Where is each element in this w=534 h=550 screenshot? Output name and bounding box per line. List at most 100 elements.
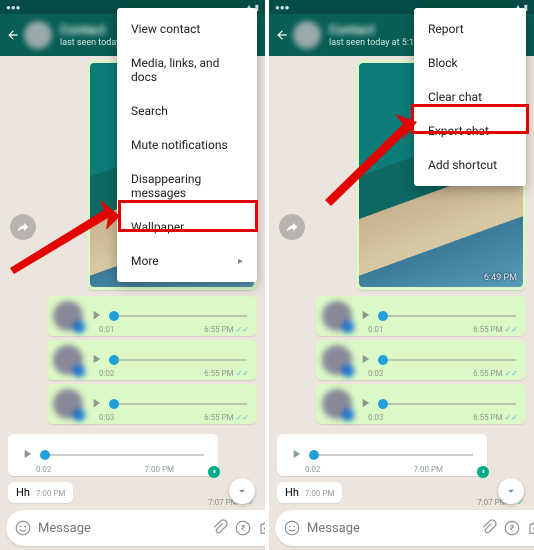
menu-disappearing-messages[interactable]: Disappearing messages [117,162,257,210]
menu-add-shortcut[interactable]: Add shortcut [414,148,526,182]
back-icon[interactable] [275,28,289,42]
avatar[interactable] [293,21,321,49]
voice-track[interactable] [109,359,247,361]
voice-duration: 0:03 [99,413,114,422]
voice-message-out[interactable]: 0:01 6:55 PM✓✓ [316,296,526,336]
message-input-box[interactable]: ₹ [6,510,265,546]
mic-badge-icon [208,466,220,478]
voice-message-out[interactable]: 0:036:55 PM✓✓ [47,384,257,424]
play-button[interactable] [358,307,372,326]
input-bar: ₹ [0,506,265,550]
play-button[interactable] [358,395,372,414]
message-text: Hh [285,486,299,499]
mic-badge-icon [73,409,85,421]
carrier-label: ●●● [6,3,21,12]
input-bar: ₹ [269,506,534,550]
voice-message-in[interactable]: 0:027:00 PM [277,434,487,476]
avatar[interactable] [24,21,52,49]
message-input[interactable] [307,521,473,536]
scroll-down-button[interactable] [498,478,524,504]
voice-timestamp: 6:55 PM [204,369,233,378]
voice-duration: 0:02 [368,369,383,378]
overflow-menu: View contact Media, links, and docs Sear… [117,8,257,282]
voice-duration: 0:02 [36,465,51,474]
voice-message-out[interactable]: 0:026:55 PM✓✓ [316,340,526,380]
forward-button[interactable] [10,214,36,240]
voice-track[interactable] [40,454,204,456]
text-message-in[interactable]: Hh 7:00 PM [8,482,73,503]
menu-media-links-docs[interactable]: Media, links, and docs [117,46,257,94]
voice-duration: 0:03 [368,413,383,422]
menu-more[interactable]: More▸ [117,244,257,278]
message-input[interactable] [38,521,204,536]
read-ticks-icon: ✓✓ [505,325,518,334]
voice-message-in[interactable]: 0:02 7:00 PM [8,434,218,476]
overflow-submenu: Report Block Clear chat Export chat Add … [414,8,526,186]
mic-badge-icon [342,365,354,377]
rupee-icon[interactable]: ₹ [234,519,252,537]
menu-block[interactable]: Block [414,46,526,80]
rupee-icon[interactable]: ₹ [503,519,521,537]
mic-badge-icon [73,365,85,377]
menu-view-contact[interactable]: View contact [117,12,257,46]
play-button[interactable] [89,351,103,370]
voice-message-out[interactable]: 0:03 6:55 PM✓✓ [316,384,526,424]
message-input-box[interactable]: ₹ [275,510,534,546]
menu-wallpaper[interactable]: Wallpaper [117,210,257,244]
voice-timestamp: 6:55 PM [473,325,502,334]
menu-clear-chat[interactable]: Clear chat [414,80,526,114]
text-message-in[interactable]: Hh 7:00 PM [277,482,342,503]
read-ticks-icon: ✓✓ [505,413,518,422]
voice-track[interactable] [378,315,516,317]
emoji-icon[interactable] [14,519,32,537]
back-icon[interactable] [6,28,20,42]
camera-icon[interactable] [527,519,534,537]
phone-left: ●●● ▮ Contact last seen today at 5:16 6:… [0,0,265,550]
attach-icon[interactable] [479,519,497,537]
voice-track[interactable] [109,403,247,405]
play-button[interactable] [20,446,34,465]
voice-timestamp: 7:00 PM [145,465,174,474]
voice-timestamp: 6:55 PM [473,413,502,422]
voice-timestamp: 6:55 PM [204,325,233,334]
voice-avatar [322,389,352,419]
menu-search[interactable]: Search [117,94,257,128]
menu-report[interactable]: Report [414,12,526,46]
mic-badge-icon [342,321,354,333]
voice-track[interactable] [378,403,516,405]
read-ticks-icon: ✓✓ [236,413,249,422]
camera-icon[interactable] [258,519,265,537]
voice-message-out[interactable]: 0:026:55 PM✓✓ [47,340,257,380]
voice-duration: 0:02 [305,465,320,474]
svg-text:₹: ₹ [510,524,515,534]
mic-badge-icon [73,321,85,333]
voice-track[interactable] [378,359,516,361]
play-button[interactable] [89,395,103,414]
voice-avatar [53,389,83,419]
voice-track[interactable] [109,315,247,317]
message-timestamp: 7:00 PM [36,489,65,498]
menu-mute-notifications[interactable]: Mute notifications [117,128,257,162]
voice-message-out[interactable]: 0:016:55 PM✓✓ [47,296,257,336]
voice-duration: 0:02 [99,369,114,378]
play-button[interactable] [289,446,303,465]
voice-track[interactable] [309,454,473,456]
voice-avatar [53,301,83,331]
read-ticks-icon: ✓✓ [236,325,249,334]
phone-right: ●●● ▮ Contact last seen today at 5:16 6:… [269,0,534,550]
forward-button[interactable] [279,214,305,240]
carrier-label: ●●● [275,3,290,12]
scroll-down-button[interactable] [229,478,255,504]
message-text: Hh [16,486,30,499]
message-timestamp: 7:00 PM [305,489,334,498]
attach-icon[interactable] [210,519,228,537]
message-timestamp: 6:49 PM [484,273,517,283]
menu-export-chat[interactable]: Export chat [414,114,526,148]
play-button[interactable] [358,351,372,370]
play-button[interactable] [89,307,103,326]
emoji-icon[interactable] [283,519,301,537]
read-ticks-icon: ✓✓ [505,369,518,378]
mic-badge-icon [342,409,354,421]
voice-duration: 0:01 [368,325,383,334]
voice-avatar [322,345,352,375]
